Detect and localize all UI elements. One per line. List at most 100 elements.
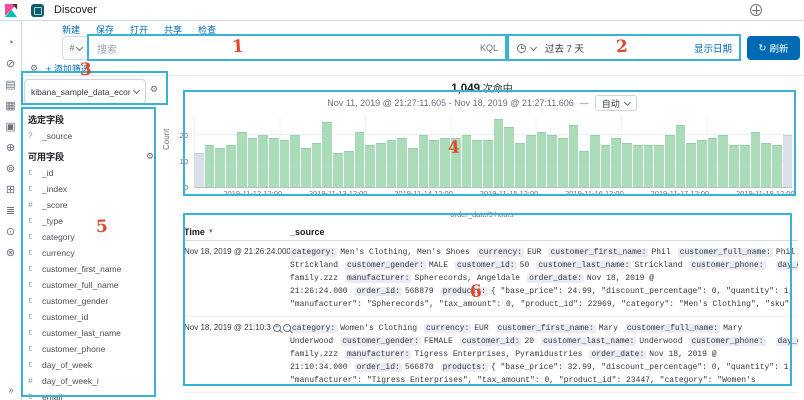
- histogram-bar[interactable]: [248, 138, 258, 187]
- histogram-bar[interactable]: [665, 135, 675, 187]
- histogram-bar[interactable]: [387, 140, 397, 187]
- histogram-bar[interactable]: [215, 148, 225, 187]
- histogram-bar[interactable]: [772, 145, 782, 187]
- histogram-bar[interactable]: [579, 151, 589, 187]
- histogram-bar[interactable]: [344, 151, 354, 187]
- histogram-bar[interactable]: [547, 135, 557, 187]
- field-item-currency[interactable]: tcurrency: [22, 245, 160, 261]
- query-language-label[interactable]: KQL: [480, 43, 498, 53]
- histogram-bar[interactable]: [611, 138, 621, 187]
- histogram-bar[interactable]: [194, 153, 204, 187]
- index-pattern-selector[interactable]: kibana_sample_data_ecom...: [24, 79, 146, 104]
- field-item-_score[interactable]: #_score: [22, 197, 160, 213]
- zoom-in-icon[interactable]: +: [273, 324, 281, 332]
- logs-icon[interactable]: ≣: [6, 205, 15, 217]
- add-filter-button[interactable]: + 添加筛选: [46, 62, 90, 75]
- field-item-customer_phone[interactable]: tcustomer_phone: [22, 341, 160, 357]
- index-settings-icon[interactable]: ⚙: [150, 84, 158, 95]
- histogram-bar[interactable]: [280, 140, 290, 187]
- histogram-bar[interactable]: [205, 145, 215, 187]
- menu-item-4[interactable]: 检查: [198, 23, 216, 36]
- field-item-customer_first_name[interactable]: tcustomer_first_name: [22, 261, 160, 277]
- menu-item-0[interactable]: 新建: [62, 23, 80, 36]
- histogram-bar[interactable]: [290, 135, 300, 187]
- histogram-bar[interactable]: [333, 153, 343, 187]
- histogram-bar[interactable]: [537, 132, 547, 187]
- table-row[interactable]: Nov 18, 2019 @ 20:57:36.000category:Men'…: [184, 393, 798, 400]
- histogram-bar[interactable]: [483, 140, 493, 187]
- histogram-bar[interactable]: [761, 143, 771, 187]
- field-item-_index[interactable]: t_index: [22, 181, 160, 197]
- histogram-bar[interactable]: [751, 132, 761, 187]
- canvas-icon[interactable]: ▣: [5, 121, 15, 133]
- zoom-out-icon[interactable]: -: [283, 324, 291, 332]
- show-dates-button[interactable]: 显示日期: [694, 41, 732, 55]
- histogram-bar[interactable]: [633, 145, 643, 187]
- sort-desc-icon[interactable]: ▼: [208, 229, 214, 235]
- histogram-bar[interactable]: [312, 143, 322, 187]
- saved-query-menu-button[interactable]: #: [62, 36, 89, 60]
- histogram-bar[interactable]: [269, 138, 279, 187]
- histogram-bar[interactable]: [590, 135, 600, 187]
- histogram-bar[interactable]: [419, 135, 429, 187]
- field-item-customer_full_name[interactable]: tcustomer_full_name: [22, 277, 160, 293]
- histogram-bar[interactable]: [355, 132, 365, 187]
- histogram-bar[interactable]: [558, 138, 568, 187]
- uptime-icon[interactable]: ⊙: [6, 226, 15, 238]
- histogram-bar[interactable]: [301, 148, 311, 187]
- histogram-bar[interactable]: [654, 145, 664, 187]
- field-settings-icon[interactable]: ⚙: [146, 151, 154, 162]
- field-item-customer_id[interactable]: tcustomer_id: [22, 309, 160, 325]
- histogram-bar[interactable]: [708, 138, 718, 187]
- table-row[interactable]: Nov 18, 2019 @ 21:10:3+-category:Women's…: [184, 317, 798, 393]
- histogram-bar[interactable]: [740, 145, 750, 187]
- time-picker[interactable]: 过去 7 天 显示日期: [509, 36, 740, 60]
- histogram-bar[interactable]: [462, 135, 472, 187]
- management-icon[interactable]: ⊗: [6, 247, 15, 259]
- histogram-bar[interactable]: [601, 145, 611, 187]
- help-icon[interactable]: [750, 4, 762, 16]
- menu-item-3[interactable]: 共享: [164, 23, 182, 36]
- infrastructure-icon[interactable]: ⊞: [6, 184, 15, 196]
- histogram-bar[interactable]: [644, 145, 654, 187]
- field-item-customer_last_name[interactable]: tcustomer_last_name: [22, 325, 160, 341]
- histogram-bar[interactable]: [686, 143, 696, 187]
- histogram-bar[interactable]: [258, 135, 268, 187]
- histogram-bar[interactable]: [472, 140, 482, 187]
- visualize-icon[interactable]: ▤: [5, 79, 15, 91]
- histogram-bar[interactable]: [622, 143, 632, 187]
- histogram-bar[interactable]: [676, 125, 686, 187]
- time-column-header[interactable]: Time ▼: [184, 227, 290, 237]
- kibana-logo-icon[interactable]: [4, 3, 19, 18]
- histogram-bar[interactable]: [526, 135, 536, 187]
- histogram-bar[interactable]: [451, 138, 461, 187]
- discover-icon[interactable]: ⊘: [6, 58, 15, 70]
- field-item-_type[interactable]: t_type: [22, 213, 160, 229]
- histogram-bar[interactable]: [718, 135, 728, 187]
- refresh-button[interactable]: ↻ 刷新: [747, 36, 800, 60]
- histogram-bar[interactable]: [397, 138, 407, 187]
- field-item-_id[interactable]: t_id: [22, 165, 160, 181]
- histogram-bar[interactable]: [322, 122, 332, 187]
- menu-item-1[interactable]: 保存: [96, 23, 114, 36]
- histogram-bar[interactable]: [697, 140, 707, 187]
- histogram-bar[interactable]: [365, 145, 375, 187]
- field-item-email[interactable]: temail: [22, 389, 160, 400]
- dashboard-icon[interactable]: ▦: [5, 100, 15, 112]
- expand-nav-icon[interactable]: »: [0, 385, 22, 396]
- search-input[interactable]: 搜索 KQL: [89, 36, 506, 60]
- histogram-bar[interactable]: [729, 145, 739, 187]
- menu-item-2[interactable]: 打开: [130, 23, 148, 36]
- machine-learning-icon[interactable]: ⊚: [6, 163, 15, 175]
- histogram-bar[interactable]: [408, 148, 418, 187]
- histogram-bar[interactable]: [494, 119, 504, 187]
- histogram-bar[interactable]: [226, 145, 236, 187]
- interval-select[interactable]: 自动: [595, 95, 637, 111]
- field-item-_source[interactable]: ?_source: [22, 128, 160, 144]
- space-avatar[interactable]: [31, 4, 44, 17]
- field-item-day_of_week_i[interactable]: #day_of_week_i: [22, 373, 160, 389]
- histogram-bar[interactable]: [429, 140, 439, 187]
- maps-icon[interactable]: ⊕: [6, 142, 15, 154]
- table-row[interactable]: Nov 18, 2019 @ 21:26:24.000category:Men'…: [184, 241, 798, 317]
- histogram-bar[interactable]: [376, 143, 386, 187]
